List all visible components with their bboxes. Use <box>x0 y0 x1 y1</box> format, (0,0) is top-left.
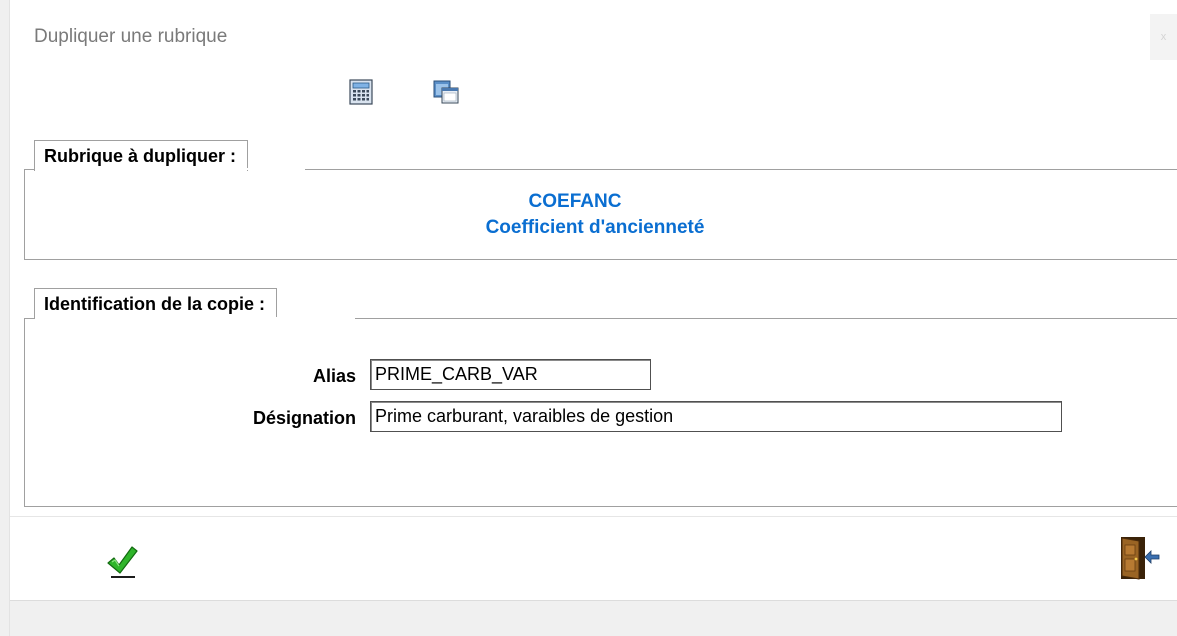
copy-group-tab: Identification de la copie : <box>34 288 278 319</box>
footer-separator <box>10 516 1177 517</box>
alias-label: Alias <box>312 366 356 386</box>
calculator-icon[interactable] <box>348 79 374 105</box>
dialog-window: Dupliquer une rubrique x Rubrique à dupl… <box>0 0 1177 636</box>
designation-input[interactable] <box>370 401 1062 432</box>
window-title: Dupliquer une rubrique <box>34 26 228 47</box>
designation-label: Désignation <box>252 408 356 428</box>
exit-button[interactable] <box>1119 535 1161 581</box>
exit-door-icon <box>1121 537 1160 580</box>
rubrique-code: COEFANC <box>528 191 622 212</box>
status-bar <box>10 600 1177 636</box>
tab-underline <box>35 317 355 319</box>
alias-input[interactable] <box>370 359 651 390</box>
source-group-frame <box>24 169 1177 260</box>
green-checkmark-icon <box>107 546 138 578</box>
tab-underline <box>35 168 305 170</box>
close-button[interactable]: x <box>1150 14 1177 60</box>
windows-icon[interactable] <box>433 79 459 105</box>
source-group-tab: Rubrique à dupliquer : <box>34 140 248 171</box>
window-left-border <box>0 0 10 636</box>
ok-button[interactable] <box>106 545 138 579</box>
rubrique-label: Coefficient d'ancienneté <box>485 217 705 238</box>
